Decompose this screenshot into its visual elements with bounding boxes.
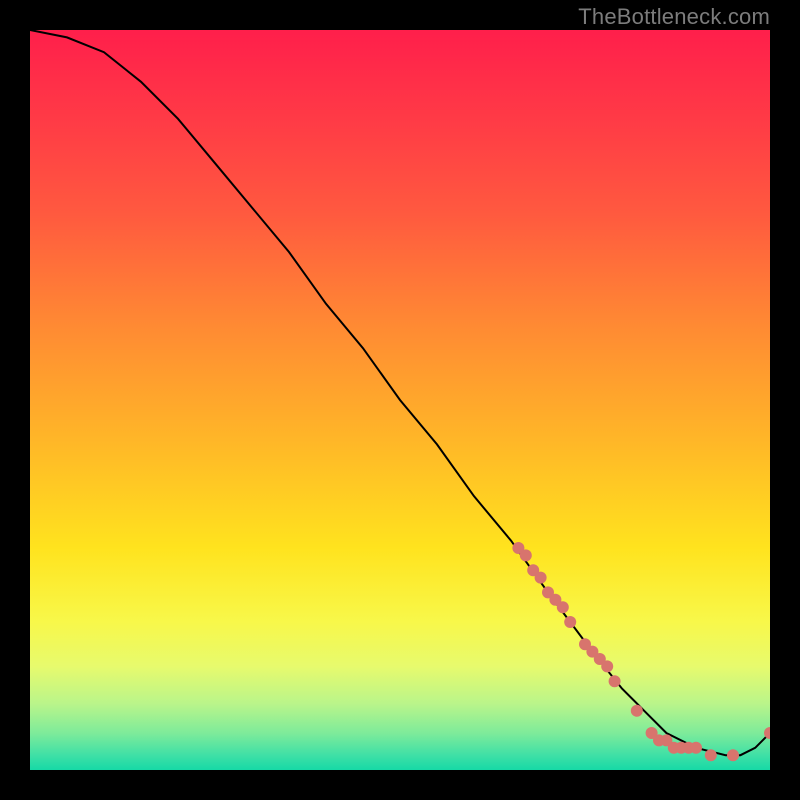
data-point-marker: [564, 616, 576, 628]
watermark-text: TheBottleneck.com: [578, 4, 770, 30]
data-point-marker: [609, 675, 621, 687]
chart-stage: TheBottleneck.com: [0, 0, 800, 800]
plot-area: [30, 30, 770, 770]
data-point-marker: [520, 549, 532, 561]
data-point-marker: [631, 705, 643, 717]
data-point-marker: [705, 749, 717, 761]
data-point-marker: [557, 601, 569, 613]
data-point-marker: [535, 572, 547, 584]
data-point-marker: [690, 742, 702, 754]
data-point-marker: [727, 749, 739, 761]
data-point-marker: [601, 660, 613, 672]
bottleneck-chart: [30, 30, 770, 770]
